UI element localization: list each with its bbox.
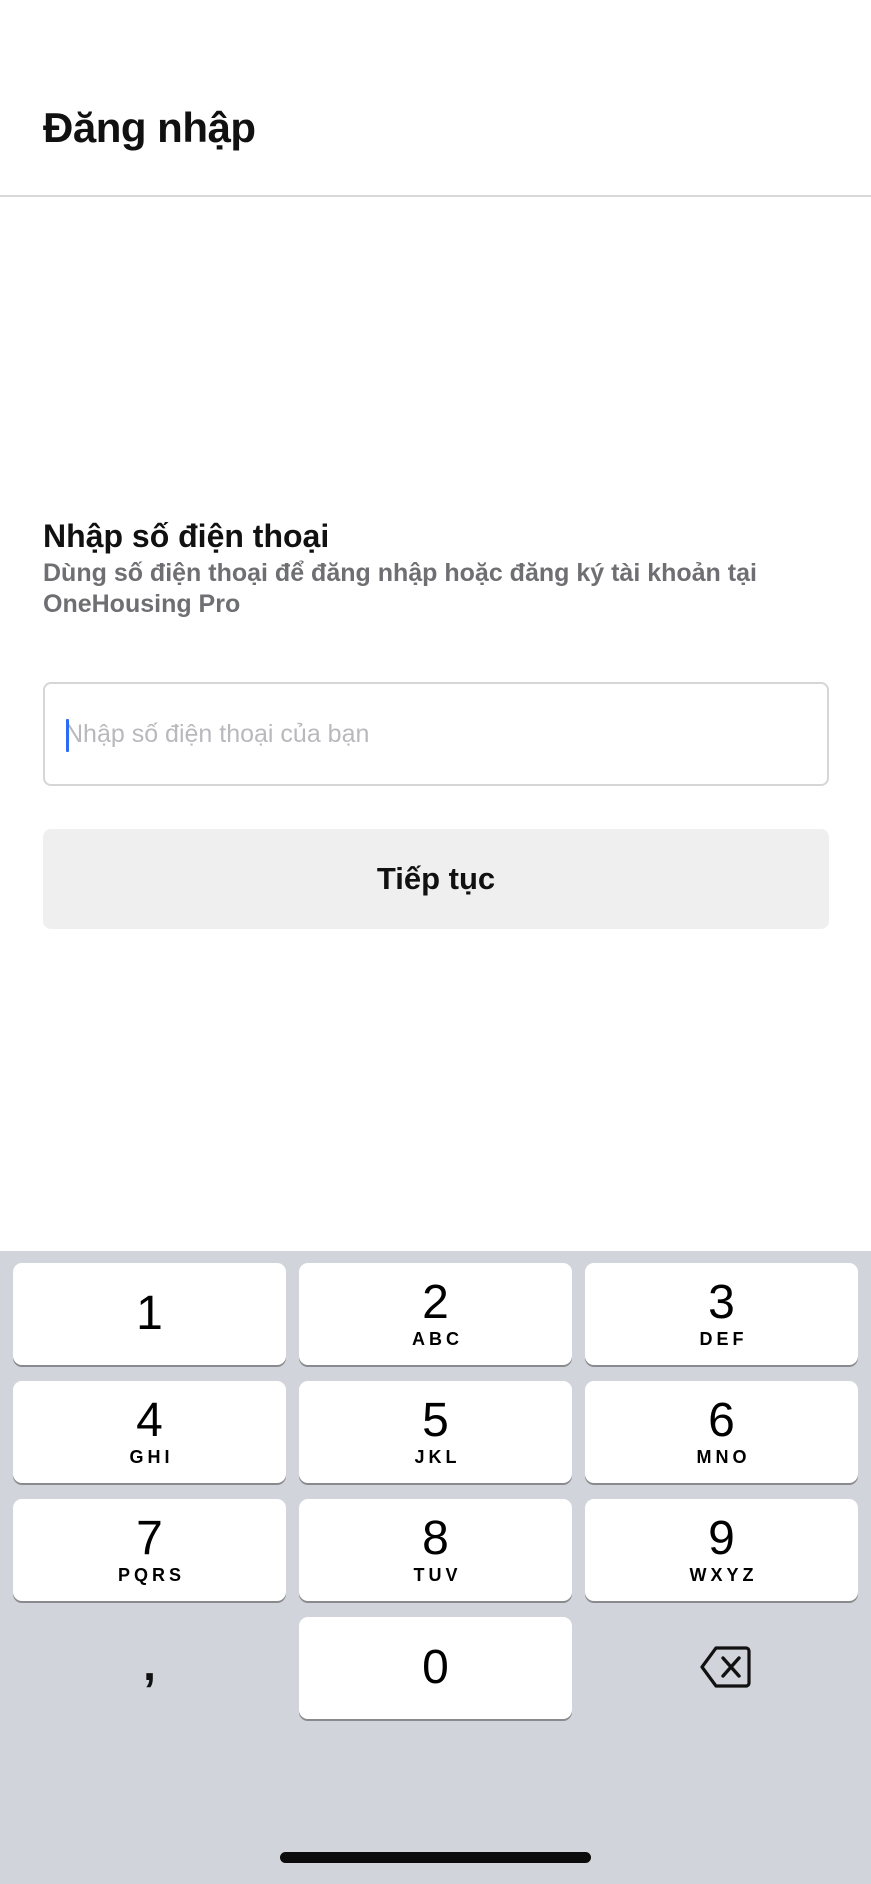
key-3[interactable]: 3 DEF — [585, 1263, 858, 1365]
continue-button[interactable]: Tiếp tục — [43, 829, 829, 929]
key-1[interactable]: 1 — [13, 1263, 286, 1365]
key-letters: PQRS — [117, 1565, 185, 1585]
phone-input[interactable] — [65, 684, 805, 784]
numeric-keyboard: 1 2 ABC 3 DEF 4 GHI 5 JKL 6 MNO 7 PQRS 8… — [0, 1251, 871, 1884]
key-digit: 1 — [136, 1287, 163, 1340]
key-6[interactable]: 6 MNO — [585, 1381, 858, 1483]
delete-left-icon — [700, 1646, 751, 1688]
key-2[interactable]: 2 ABC — [299, 1263, 572, 1365]
key-digit: 9 — [708, 1512, 735, 1565]
header: Đăng nhập — [0, 0, 871, 197]
key-comma[interactable]: , — [13, 1617, 286, 1719]
key-letters: WXYZ — [689, 1565, 758, 1585]
backspace-key[interactable] — [585, 1617, 858, 1719]
key-letters: ABC — [412, 1329, 463, 1349]
page-title: Đăng nhập — [43, 104, 256, 151]
key-letters: JKL — [414, 1447, 461, 1467]
key-7[interactable]: 7 PQRS — [13, 1499, 286, 1601]
section-title: Nhập số điện thoại — [43, 518, 330, 554]
key-5[interactable]: 5 JKL — [299, 1381, 572, 1483]
key-digit: 7 — [136, 1512, 163, 1565]
key-4[interactable]: 4 GHI — [13, 1381, 286, 1483]
key-digit: 8 — [422, 1512, 449, 1565]
text-caret — [66, 719, 69, 752]
key-digit: 5 — [422, 1394, 449, 1447]
phone-input-container[interactable] — [43, 682, 829, 786]
key-comma-label: , — [143, 1638, 156, 1690]
key-letters: GHI — [129, 1447, 174, 1467]
key-letters: MNO — [696, 1447, 751, 1467]
key-letters: DEF — [699, 1329, 748, 1349]
section-description: Dùng số điện thoại để đăng nhập hoặc đăn… — [43, 559, 757, 618]
key-9[interactable]: 9 WXYZ — [585, 1499, 858, 1601]
key-digit: 2 — [422, 1276, 449, 1329]
key-digit: 4 — [136, 1394, 163, 1447]
login-screen: Đăng nhập Nhập số điện thoại Dùng số điệ… — [0, 0, 871, 1884]
home-indicator — [280, 1852, 591, 1863]
key-digit: 6 — [708, 1394, 735, 1447]
key-digit: 3 — [708, 1276, 735, 1329]
key-letters: TUV — [413, 1565, 462, 1585]
key-digit: 0 — [422, 1641, 449, 1694]
key-8[interactable]: 8 TUV — [299, 1499, 572, 1601]
key-0[interactable]: 0 — [299, 1617, 572, 1719]
